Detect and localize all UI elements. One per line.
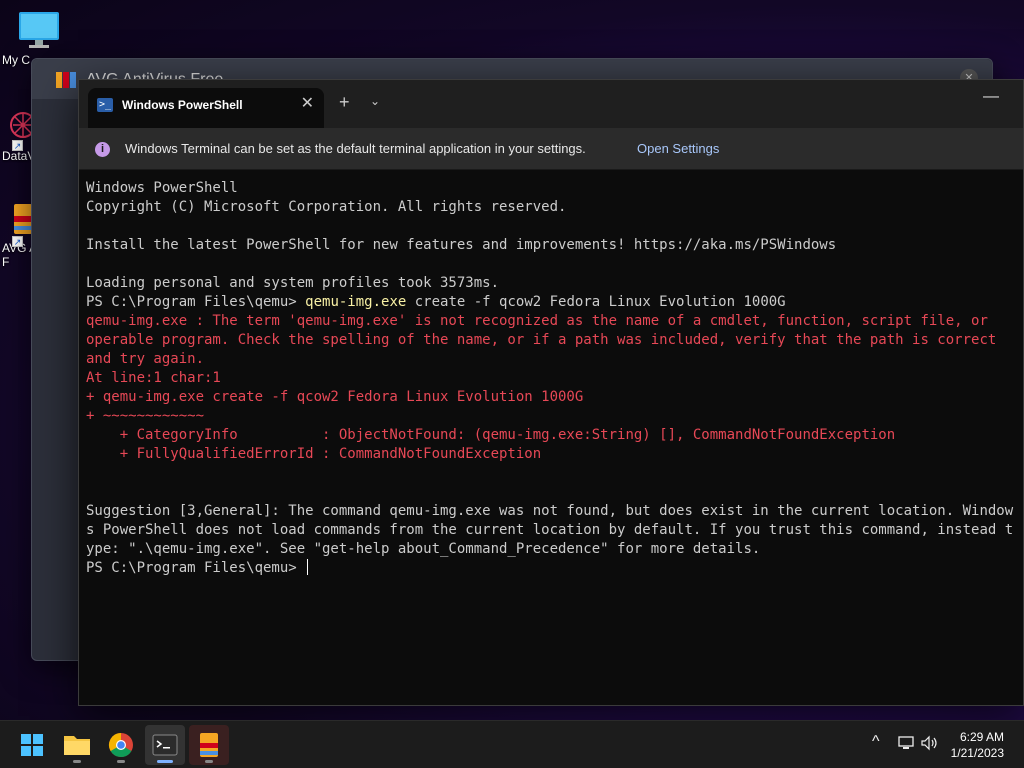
console-line: + CategoryInfo : ObjectNotFound: (qemu-i… [86,427,896,443]
minimize-button[interactable]: — [983,88,999,106]
terminal-tab-bar: >_ Windows PowerShell ✕ + ⌄ — [79,80,1023,128]
console-output[interactable]: Windows PowerShell Copyright (C) Microsof… [86,179,1018,699]
taskbar-avg[interactable] [189,725,229,765]
console-args: create -f qcow2 Fedora Linux Evolution 1… [406,294,786,310]
active-indicator [157,760,173,763]
open-settings-link[interactable]: Open Settings [637,141,719,156]
running-indicator [205,760,213,763]
console-line: Windows PowerShell [86,180,238,196]
console-line: and try again. [86,351,205,367]
shortcut-arrow-icon: ↗ [12,236,23,247]
console-line: s PowerShell does not load commands from… [86,522,1014,538]
console-line: + qemu-img.exe create -f qcow2 Fedora Li… [86,389,584,405]
running-indicator [73,760,81,763]
console-line: Install the latest PowerShell for new fe… [86,237,837,253]
text-cursor [307,559,309,575]
terminal-icon [152,734,178,756]
console-line: PS C:\Program Files\qemu> [86,559,1018,578]
taskbar-terminal[interactable] [145,725,185,765]
console-line: Suggestion [3,General]: The command qemu… [86,503,1014,519]
chrome-icon [108,733,133,758]
tab-title: Windows PowerShell [122,98,243,112]
running-indicator [117,760,125,763]
console-line: + ~~~~~~~~~~~~ [86,408,205,424]
volume-icon[interactable] [921,735,939,751]
windows-logo-icon [21,734,43,756]
console-prompt: PS C:\Program Files\qemu> [86,294,306,310]
console-line: operable program. Check the spelling of … [86,332,997,348]
system-clock[interactable]: 6:29 AM 1/21/2023 [951,729,1004,761]
chevron-down-icon[interactable]: ⌄ [370,94,380,108]
taskbar-chrome[interactable] [101,725,141,765]
console-line: Loading personal and system profiles too… [86,275,500,291]
info-icon: i [95,142,110,157]
console-line: Copyright (C) Microsoft Corporation. All… [86,199,567,215]
avg-antivirus-icon [200,733,218,757]
show-hidden-icons-chevron[interactable]: ^ [872,733,880,751]
avg-antivirus-icon [56,72,76,88]
network-icon[interactable] [898,735,914,751]
console-line: PS C:\Program Files\qemu> qemu-img.exe c… [86,293,1018,312]
console-line: qemu-img.exe : The term 'qemu-img.exe' i… [86,313,988,329]
folder-icon [64,736,90,755]
default-terminal-infobar: i Windows Terminal can be set as the def… [79,128,1023,170]
infobar-message: Windows Terminal can be set as the defau… [125,141,586,156]
start-button[interactable] [12,725,52,765]
console-command: qemu-img.exe [305,294,407,310]
close-tab-icon[interactable]: ✕ [301,94,314,114]
console-prompt: PS C:\Program Files\qemu> [86,560,306,576]
monitor-icon [19,12,59,48]
clock-date: 1/21/2023 [950,746,1004,760]
taskbar-file-explorer[interactable] [57,725,97,765]
console-line: At line:1 char:1 [86,370,221,386]
new-tab-button[interactable]: + [339,92,350,113]
taskbar: ^ 6:29 AM 1/21/2023 [0,720,1024,768]
shortcut-arrow-icon: ↗ [12,140,23,151]
clock-time: 6:29 AM [959,730,1004,744]
tab-windows-powershell[interactable]: >_ Windows PowerShell ✕ [88,88,324,128]
powershell-icon: >_ [97,98,113,112]
console-line: ype: ".\qemu-img.exe". See "get-help abo… [86,541,761,557]
console-line: + FullyQualifiedErrorId : CommandNotFoun… [86,446,542,462]
windows-terminal-window[interactable]: >_ Windows PowerShell ✕ + ⌄ — i Windows … [78,79,1024,706]
